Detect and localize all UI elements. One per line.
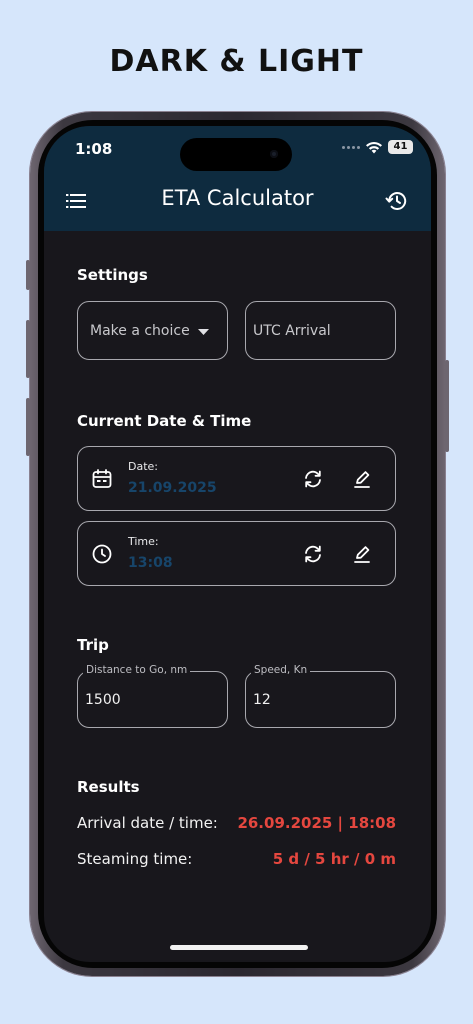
speed-field[interactable]: Speed, Kn 12 — [245, 664, 396, 728]
utc-arrival-placeholder: UTC Arrival — [253, 323, 331, 339]
phone-frame: 1:08 41 ETA Calculator Settings Make a c… — [26, 112, 449, 976]
speed-field-value: 12 — [253, 692, 271, 708]
trip-section-title: Trip — [77, 636, 109, 654]
status-time: 1:08 — [75, 140, 113, 158]
battery-icon: 41 — [388, 140, 413, 154]
utc-arrival-field[interactable]: UTC Arrival — [245, 301, 396, 360]
history-icon[interactable] — [385, 189, 409, 213]
distance-field-value: 1500 — [85, 692, 121, 708]
date-value: 21.09.2025 — [128, 480, 217, 496]
edit-time-icon[interactable] — [351, 543, 373, 565]
steaming-label: Steaming time: — [77, 850, 193, 868]
phone-volume-up-button — [26, 320, 30, 378]
cellular-signal-icon — [342, 145, 360, 149]
time-row: Time: 13:08 — [77, 521, 396, 586]
choice-dropdown-placeholder: Make a choice — [90, 323, 190, 339]
phone-power-button — [445, 360, 449, 452]
clock-icon — [92, 544, 112, 564]
dynamic-island — [180, 138, 292, 171]
distance-field[interactable]: Distance to Go, nm 1500 — [77, 664, 228, 728]
time-value: 13:08 — [128, 555, 173, 571]
promo-title: DARK & LIGHT — [109, 44, 364, 79]
settings-section-title: Settings — [77, 266, 148, 284]
edit-date-icon[interactable] — [351, 468, 373, 490]
phone-volume-down-button — [26, 398, 30, 456]
front-camera-icon — [270, 150, 278, 158]
speed-field-label: Speed, Kn — [251, 664, 311, 676]
date-row: Date: 21.09.2025 — [77, 446, 396, 511]
steaming-value: 5 d / 5 hr / 0 m — [272, 850, 396, 868]
caret-down-icon — [198, 329, 209, 335]
calendar-icon — [92, 469, 112, 488]
current-datetime-section-title: Current Date & Time — [77, 412, 252, 430]
app-header: 1:08 41 ETA Calculator — [44, 126, 431, 231]
choice-dropdown[interactable]: Make a choice — [77, 301, 228, 360]
phone-action-button — [26, 260, 30, 290]
date-label: Date: — [128, 460, 158, 473]
home-indicator[interactable] — [170, 945, 308, 950]
arrival-label: Arrival date / time: — [77, 814, 218, 832]
refresh-time-icon[interactable] — [302, 543, 324, 565]
wifi-icon — [366, 141, 382, 153]
time-label: Time: — [128, 535, 159, 548]
distance-field-label: Distance to Go, nm — [83, 664, 191, 676]
app-screen: 1:08 41 ETA Calculator Settings Make a c… — [44, 126, 431, 962]
results-section-title: Results — [77, 778, 140, 796]
status-indicators: 41 — [342, 140, 413, 154]
refresh-date-icon[interactable] — [302, 468, 324, 490]
app-title: ETA Calculator — [161, 186, 314, 210]
arrival-value: 26.09.2025 | 18:08 — [237, 814, 396, 832]
